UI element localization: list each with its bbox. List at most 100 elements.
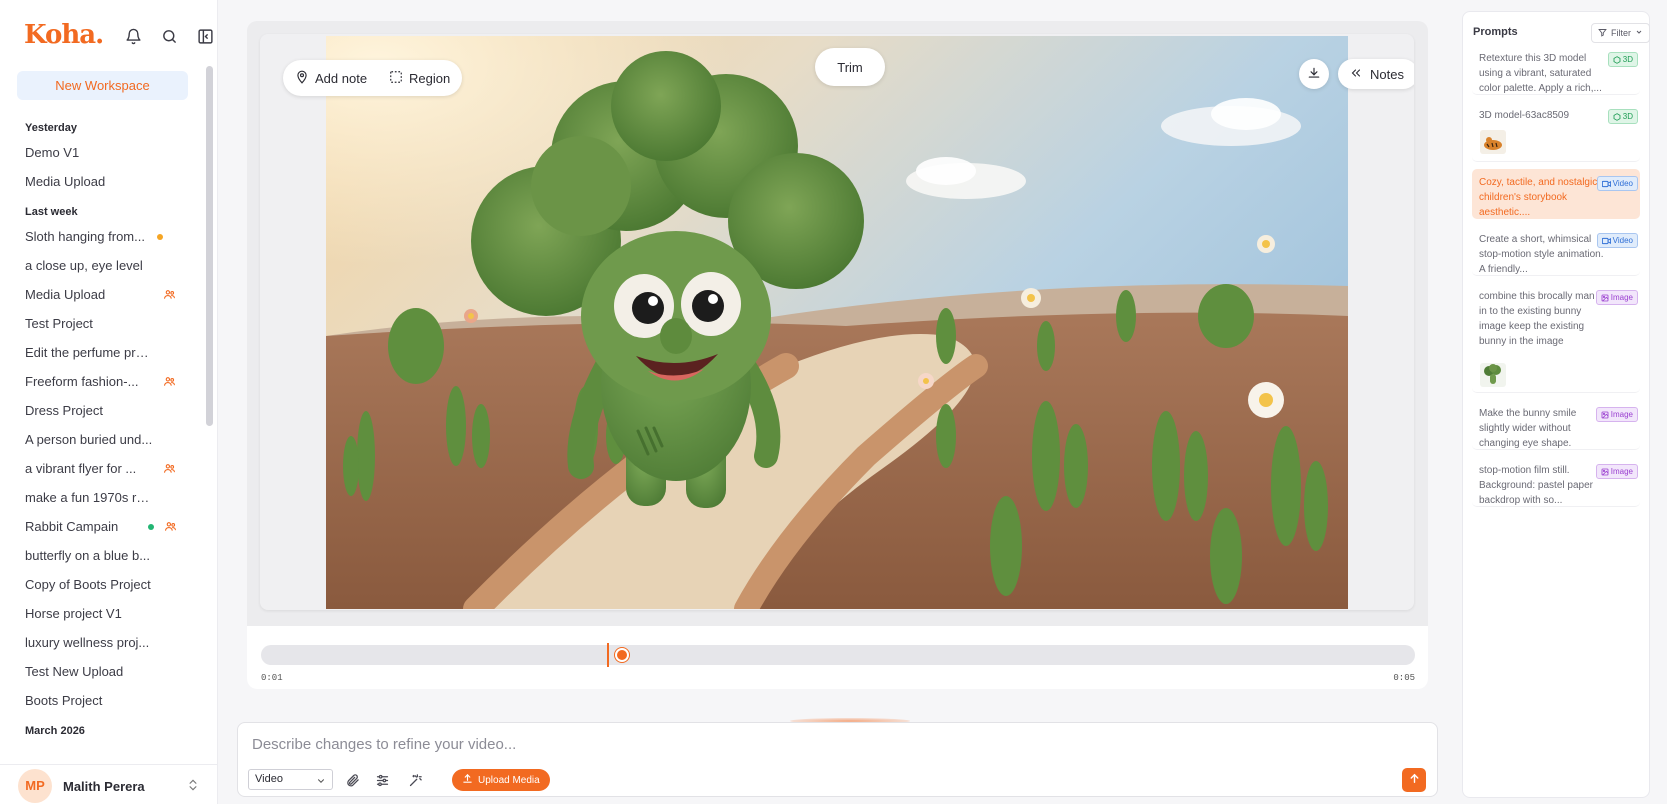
sidebar-item-label: Test Project [25,316,93,331]
sidebar-workspace-item[interactable]: Test New Upload [0,657,202,686]
sidebar-item-label: Rabbit Campain [25,519,119,534]
media-type-label: 3D [1622,55,1633,64]
media-type-badge: Image [1595,464,1638,479]
sliders-icon[interactable] [372,770,392,790]
playhead [607,643,609,667]
video-preview[interactable] [326,36,1348,609]
prompt-result-thumbnail[interactable] [1480,130,1506,154]
prompts-panel-title: Prompts [1473,26,1518,38]
prompt-result-thumbnail[interactable] [1480,363,1506,387]
collapse-sidebar-icon[interactable] [194,25,216,47]
media-type-badge: Video [1596,233,1638,248]
region-button[interactable]: Region [389,70,450,87]
timeline-scrubber-handle[interactable] [615,648,629,662]
sidebar-workspace-item[interactable]: Sloth hanging from... [0,222,202,251]
timeline-track[interactable] [261,643,1415,667]
sidebar-item-label: Sloth hanging from... [25,229,145,244]
sidebar-workspace-item[interactable]: Dress Project [0,396,202,425]
trim-label: Trim [837,59,863,75]
user-menu[interactable]: MP Malith Perera [0,764,218,804]
sidebar-workspace-item[interactable]: Copy of Boots Project [0,570,202,599]
magic-wand-icon[interactable] [405,770,425,790]
mode-select[interactable]: Video [248,769,333,790]
media-type-label: Image [1610,410,1633,419]
sidebar-section-heading: Last week [25,206,78,218]
sidebar-item-label: Media Upload [25,287,106,302]
sidebar-workspace-item[interactable]: butterfly on a blue b... [0,541,202,570]
status-dot [148,523,154,530]
prompt-text: Retexture this 3D model using a vibrant,… [1479,53,1602,94]
arrow-up-icon [1408,772,1421,788]
bell-icon[interactable] [122,25,144,47]
status-dot [157,233,163,240]
prompt-text: 3D model-63ac8509 [1479,110,1570,121]
sidebar-workspace-item[interactable]: Media Upload [0,167,202,196]
sidebar-workspace-item[interactable]: Media Upload [0,280,202,309]
prompt-composer: Video Upload Media [237,722,1438,797]
sidebar-workspace-item[interactable]: Rabbit Campain [0,512,202,541]
new-workspace-button[interactable]: New Workspace [17,71,188,100]
prompt-text: Make the bunny smile slightly wider with… [1479,408,1577,449]
download-button[interactable] [1299,59,1329,89]
sidebar-workspace-item[interactable]: a vibrant flyer for ... [0,454,202,483]
prompt-history-card[interactable]: Make the bunny smile slightly wider with… [1472,400,1640,450]
sidebar-workspace-item[interactable]: a close up, eye level [0,251,202,280]
media-type-badge: 3D [1607,52,1638,67]
filter-button[interactable]: Filter [1591,23,1650,43]
prompt-history-card[interactable]: combine this brocally man in to the exis… [1472,283,1640,393]
prompt-history-card[interactable]: Create a short, whimsical stop-motion st… [1472,226,1640,276]
sidebar-workspace-item[interactable]: make a fun 1970s retro [0,483,202,512]
sidebar-workspace-item[interactable]: Edit the perfume pro... [0,338,202,367]
prompt-history-card[interactable]: Cozy, tactile, and nostalgic children's … [1472,169,1640,219]
sidebar-item-label: Freeform fashion-... [25,374,139,389]
sidebar-workspace-item[interactable]: Horse project V1 [0,599,202,628]
chevron-down-icon [316,774,326,793]
prompt-history-card[interactable]: stop-motion film still. Background: past… [1472,457,1640,507]
image-icon [1601,468,1609,476]
sidebar-item-label: Edit the perfume pro... [25,345,153,360]
chevron-down-icon [1635,28,1643,38]
prompt-text: stop-motion film still. Background: past… [1479,465,1593,506]
sidebar-item-label: Horse project V1 [25,606,122,621]
sidebar-item-label: Demo V1 [25,145,80,160]
video-frame-image [326,36,1348,609]
sidebar-workspace-item[interactable]: Test Project [0,309,202,338]
upload-media-button[interactable]: Upload Media [452,769,550,791]
sidebar-workspace-item[interactable]: Boots Project [0,686,202,715]
media-type-badge: 3D [1607,109,1638,124]
trim-button[interactable]: Trim [815,48,885,86]
prompt-text: combine this brocally man in to the exis… [1479,291,1595,347]
media-type-label: Image [1610,467,1633,476]
filter-icon [1598,28,1607,39]
send-button[interactable] [1402,768,1426,792]
shared-users-icon [163,462,176,475]
app-logo[interactable]: Koha. [24,20,104,50]
sidebar-workspace-item[interactable]: Demo V1 [0,138,202,167]
media-type-badge: Image [1595,407,1638,422]
sidebar-section-heading: March 2026 [25,725,85,737]
sidebar-item-label: A person buried und... [25,432,153,447]
notes-toggle-button[interactable]: Notes [1338,59,1414,89]
sidebar-scrollbar[interactable] [206,66,213,426]
sidebar-item-label: luxury wellness proj... [25,635,150,650]
video-stage: Add note Region Trim Notes 0:01 0:05 [247,21,1428,689]
prompt-history-card[interactable]: Retexture this 3D model using a vibrant,… [1472,45,1640,95]
mode-select-value: Video [255,773,283,785]
sidebar-workspace-item[interactable]: A person buried und... [0,425,202,454]
sidebar-item-label: a vibrant flyer for ... [25,461,137,476]
chevron-updown-icon [186,777,200,798]
media-type-badge: Image [1595,290,1638,305]
sidebar-workspace-item[interactable]: Freeform fashion-... [0,367,202,396]
prompt-input[interactable] [252,733,1352,755]
prompt-history-card[interactable]: 3D model-63ac8509 3D [1472,102,1640,162]
timeline: 0:01 0:05 [247,626,1428,689]
user-name: Malith Perera [63,779,145,794]
download-icon [1307,66,1321,83]
video-icon [1601,180,1611,188]
search-icon[interactable] [158,25,180,47]
prompt-text: Create a short, whimsical stop-motion st… [1479,234,1604,275]
add-note-button[interactable]: Add note [295,70,367,87]
paperclip-icon[interactable] [342,770,362,790]
sidebar-workspace-item[interactable]: luxury wellness proj... [0,628,202,657]
video-icon [1601,237,1611,245]
